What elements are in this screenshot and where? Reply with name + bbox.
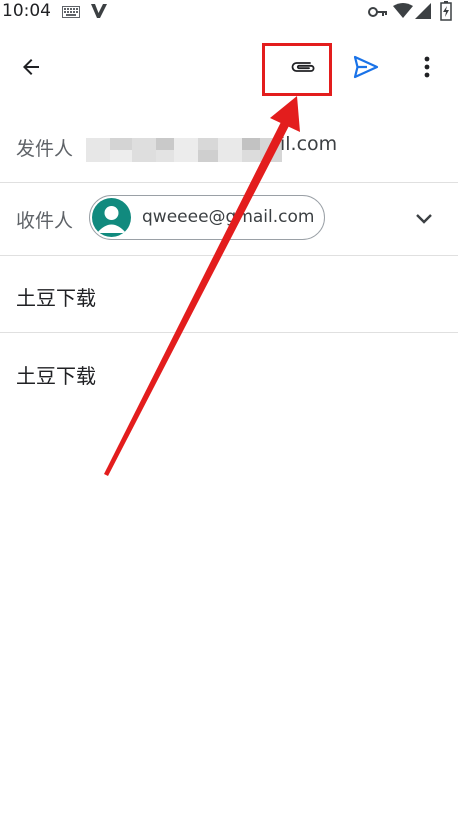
send-button[interactable] (345, 46, 387, 88)
v-app-icon (91, 4, 107, 18)
recipient-chip[interactable]: qweeee@gmail.com (89, 195, 325, 240)
chevron-down-icon (416, 214, 432, 224)
redacted-email (86, 138, 282, 166)
avatar (92, 198, 131, 237)
from-row[interactable]: 发件人 il.com (0, 112, 458, 182)
recipient-email: qweeee@gmail.com (142, 207, 315, 227)
more-options-button[interactable] (406, 46, 448, 88)
signal-icon (415, 3, 431, 19)
send-icon (353, 55, 379, 79)
battery-icon (440, 1, 452, 21)
annotation-highlight-box (262, 43, 332, 96)
expand-recipients-button[interactable] (408, 203, 440, 235)
subject-field[interactable]: 土豆下载 (0, 256, 458, 332)
person-icon (97, 206, 126, 233)
back-arrow-icon (23, 59, 39, 75)
to-label: 收件人 (16, 210, 74, 232)
body-field[interactable]: 土豆下载 (0, 333, 458, 820)
status-time: 10:04 (2, 1, 51, 21)
subject-text: 土豆下载 (16, 286, 96, 310)
body-text: 土豆下载 (16, 364, 96, 388)
key-icon (368, 7, 387, 17)
keyboard-icon (62, 6, 80, 18)
from-label: 发件人 (16, 138, 74, 160)
wifi-icon (393, 3, 413, 18)
from-email-value: il.com (280, 133, 338, 155)
compose-toolbar (0, 24, 458, 112)
more-vert-icon (424, 56, 430, 78)
back-button[interactable] (10, 46, 52, 88)
status-bar: 10:04 (0, 0, 458, 24)
